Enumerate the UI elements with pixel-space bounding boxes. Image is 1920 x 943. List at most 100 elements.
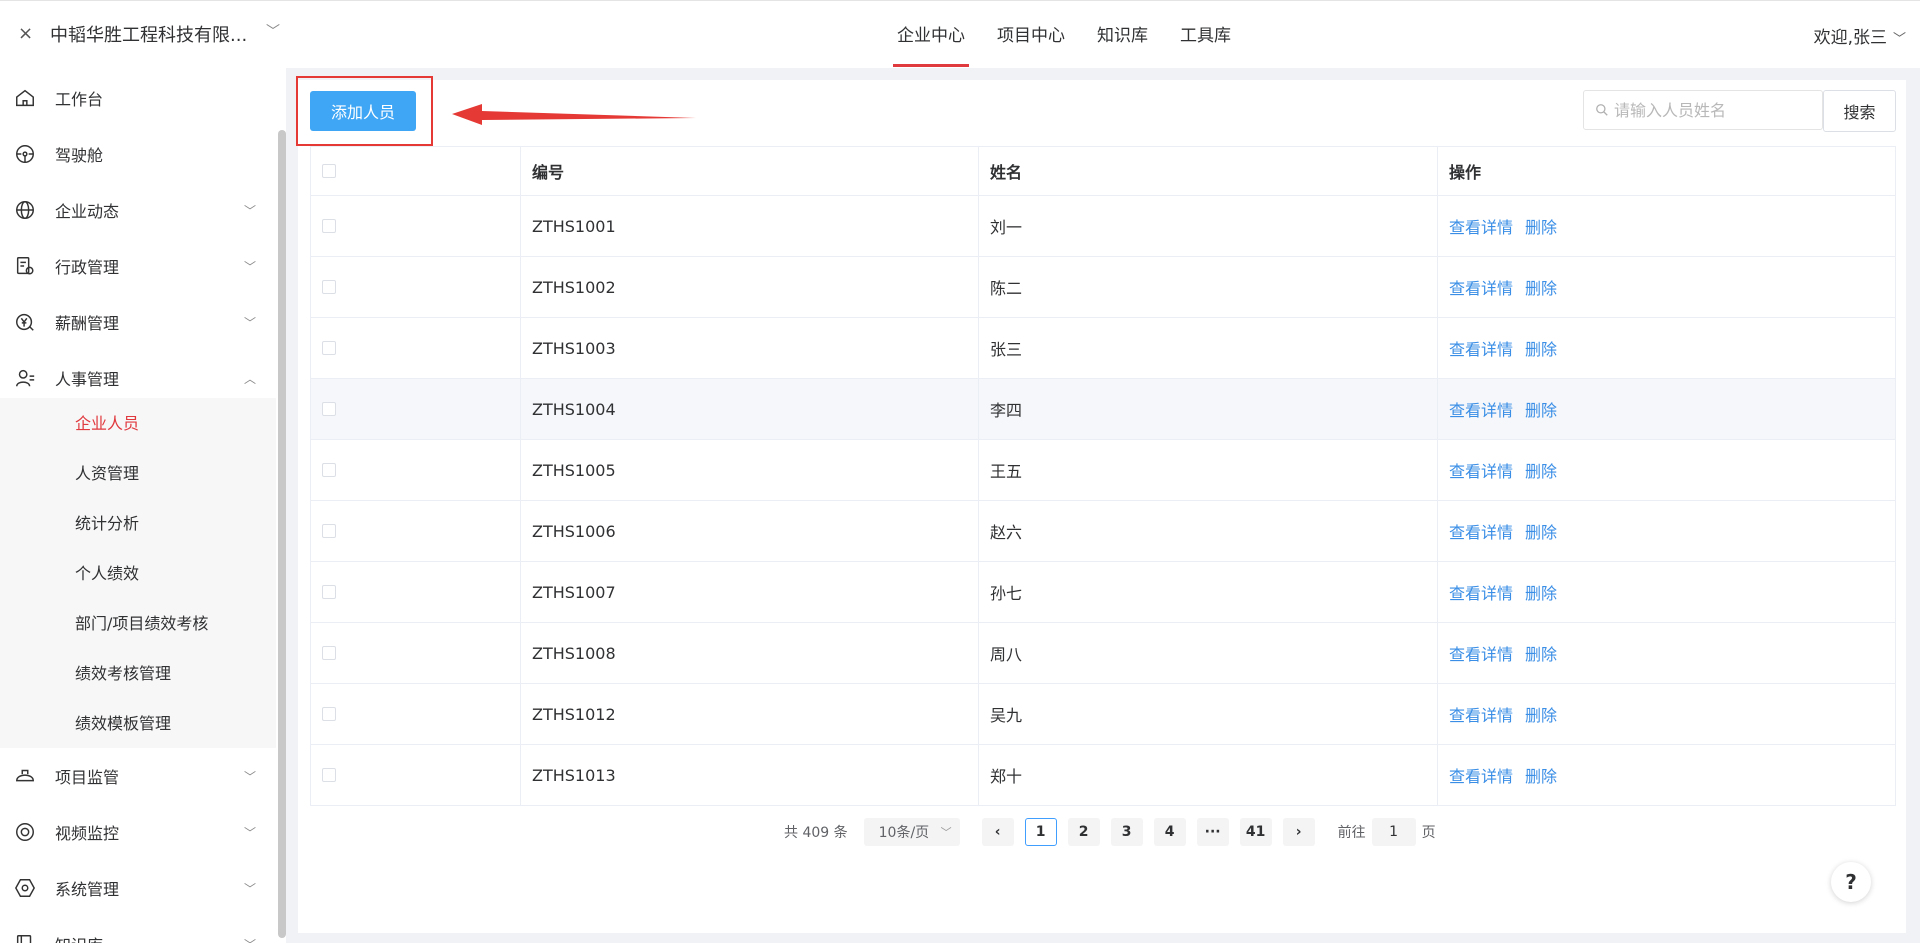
row-checkbox[interactable] [322, 585, 336, 599]
cell-actions: 查看详情 删除 [1438, 684, 1896, 744]
hexagon-icon [13, 876, 37, 900]
page-ellipsis-button[interactable]: ··· [1196, 818, 1229, 846]
company-selector[interactable]: 中韬华胜工程科技有限... [50, 21, 247, 47]
welcome-text: 欢迎,张三 [1813, 28, 1887, 48]
row-checkbox[interactable] [322, 707, 336, 721]
chevron-right-icon: › [1295, 824, 1302, 840]
nav-enterprise-center[interactable]: 企业中心 [893, 1, 969, 69]
table-row: ZTHS1006 赵六 查看详情 删除 [310, 501, 1896, 562]
row-checkbox[interactable] [322, 219, 336, 233]
goto-page-input[interactable]: 1 [1371, 818, 1416, 846]
row-checkbox[interactable] [322, 646, 336, 660]
row-checkbox[interactable] [322, 402, 336, 416]
chevron-left-icon: ‹ [994, 824, 1001, 840]
delete-link[interactable]: 删除 [1525, 580, 1557, 604]
sidebar-item-knowledge[interactable]: 知识库 ﹀ [0, 916, 270, 943]
nav-tool-library[interactable]: 工具库 [1180, 1, 1231, 69]
chevron-down-icon[interactable]: ﹀ [266, 21, 280, 41]
add-staff-button[interactable]: 添加人员 [310, 91, 416, 131]
page-size-select[interactable]: 10条/页 ﹀ [863, 818, 960, 846]
sidebar-item-cockpit[interactable]: 驾驶舱 [0, 126, 270, 182]
view-details-link[interactable]: 查看详情 [1449, 519, 1513, 543]
search-button[interactable]: 搜索 [1823, 90, 1896, 132]
delete-link[interactable]: 删除 [1525, 763, 1557, 787]
top-header: × 中韬华胜工程科技有限... ﹀ 企业中心 项目中心 知识库 工具库 欢迎,张… [0, 0, 1920, 68]
sidebar-item-workbench[interactable]: 工作台 [0, 70, 270, 126]
page-button-3[interactable]: 3 [1110, 818, 1143, 846]
sidebar-item-admin[interactable]: 行政管理 ﹀ [0, 238, 270, 294]
select-all-checkbox[interactable] [322, 164, 336, 178]
pagination: 共 409 条 10条/页 ﹀ ‹ 1 2 3 4 ··· 41 › 前往 1 页 [784, 818, 1436, 846]
table-row: ZTHS1007 孙七 查看详情 删除 [310, 562, 1896, 623]
cell-actions: 查看详情 删除 [1438, 501, 1896, 561]
row-check-cell [310, 257, 521, 317]
delete-link[interactable]: 删除 [1525, 458, 1557, 482]
view-details-link[interactable]: 查看详情 [1449, 397, 1513, 421]
nav-project-center[interactable]: 项目中心 [997, 1, 1065, 69]
table-row: ZTHS1013 郑十 查看详情 删除 [310, 745, 1896, 806]
view-details-link[interactable]: 查看详情 [1449, 214, 1513, 238]
view-details-link[interactable]: 查看详情 [1449, 458, 1513, 482]
row-check-cell [310, 501, 521, 561]
helmet-icon [13, 764, 37, 788]
row-checkbox[interactable] [322, 341, 336, 355]
delete-link[interactable]: 删除 [1525, 336, 1557, 360]
page-button-2[interactable]: 2 [1067, 818, 1100, 846]
cell-name: 陈二 [979, 257, 1438, 317]
submenu-enterprise-staff[interactable]: 企业人员 [75, 410, 139, 434]
view-details-link[interactable]: 查看详情 [1449, 702, 1513, 726]
row-checkbox[interactable] [322, 768, 336, 782]
cell-id: ZTHS1006 [521, 501, 979, 561]
dashboard-icon [13, 142, 37, 166]
sidebar-item-salary[interactable]: 薪酬管理 ﹀ [0, 294, 270, 350]
sidebar-item-video[interactable]: 视频监控 ﹀ [0, 804, 270, 860]
sidebar-scrollbar[interactable] [278, 130, 286, 938]
page-button-1[interactable]: 1 [1024, 818, 1057, 846]
table-row: ZTHS1008 周八 查看详情 删除 [310, 623, 1896, 684]
row-checkbox[interactable] [322, 524, 336, 538]
view-details-link[interactable]: 查看详情 [1449, 275, 1513, 299]
view-details-link[interactable]: 查看详情 [1449, 763, 1513, 787]
chevron-down-icon: ﹀ [1892, 32, 1906, 47]
search-input[interactable] [1614, 91, 1814, 129]
globe-icon [13, 198, 37, 222]
submenu-performance-review[interactable]: 绩效考核管理 [75, 660, 171, 684]
submenu-hr-management[interactable]: 人资管理 [75, 460, 139, 484]
page-button-41[interactable]: 41 [1239, 818, 1272, 846]
person-icon [13, 366, 37, 390]
delete-link[interactable]: 删除 [1525, 641, 1557, 665]
sidebar-item-label: 项目监管 [55, 768, 120, 787]
submenu-dept-performance[interactable]: 部门/项目绩效考核 [75, 610, 208, 634]
camera-icon [13, 820, 37, 844]
row-checkbox[interactable] [322, 280, 336, 294]
view-details-link[interactable]: 查看详情 [1449, 641, 1513, 665]
chevron-down-icon: ﹀ [243, 881, 256, 896]
nav-knowledge-base[interactable]: 知识库 [1097, 1, 1148, 69]
delete-link[interactable]: 删除 [1525, 397, 1557, 421]
page-button-4[interactable]: 4 [1153, 818, 1186, 846]
search-box [1583, 90, 1823, 130]
sidebar-item-label: 薪酬管理 [55, 314, 120, 333]
book-icon [13, 932, 37, 943]
view-details-link[interactable]: 查看详情 [1449, 580, 1513, 604]
row-checkbox[interactable] [322, 463, 336, 477]
sidebar-item-project-supervision[interactable]: 项目监管 ﹀ [0, 748, 270, 804]
sidebar-item-news[interactable]: 企业动态 ﹀ [0, 182, 270, 238]
cell-actions: 查看详情 删除 [1438, 318, 1896, 378]
submenu-performance-template[interactable]: 绩效模板管理 [75, 710, 171, 734]
close-icon[interactable]: × [18, 23, 33, 44]
chevron-down-icon: ﹀ [940, 826, 952, 839]
user-menu[interactable]: 欢迎,张三 ﹀ [1814, 23, 1906, 48]
delete-link[interactable]: 删除 [1525, 702, 1557, 726]
submenu-statistics[interactable]: 统计分析 [75, 510, 139, 534]
delete-link[interactable]: 删除 [1525, 214, 1557, 238]
help-button[interactable]: ? [1831, 862, 1871, 902]
prev-page-button[interactable]: ‹ [981, 818, 1014, 846]
next-page-button[interactable]: › [1282, 818, 1315, 846]
sidebar-item-system[interactable]: 系统管理 ﹀ [0, 860, 270, 916]
submenu-personal-performance[interactable]: 个人绩效 [75, 560, 139, 584]
delete-link[interactable]: 删除 [1525, 519, 1557, 543]
search-icon [1595, 102, 1609, 121]
view-details-link[interactable]: 查看详情 [1449, 336, 1513, 360]
delete-link[interactable]: 删除 [1525, 275, 1557, 299]
